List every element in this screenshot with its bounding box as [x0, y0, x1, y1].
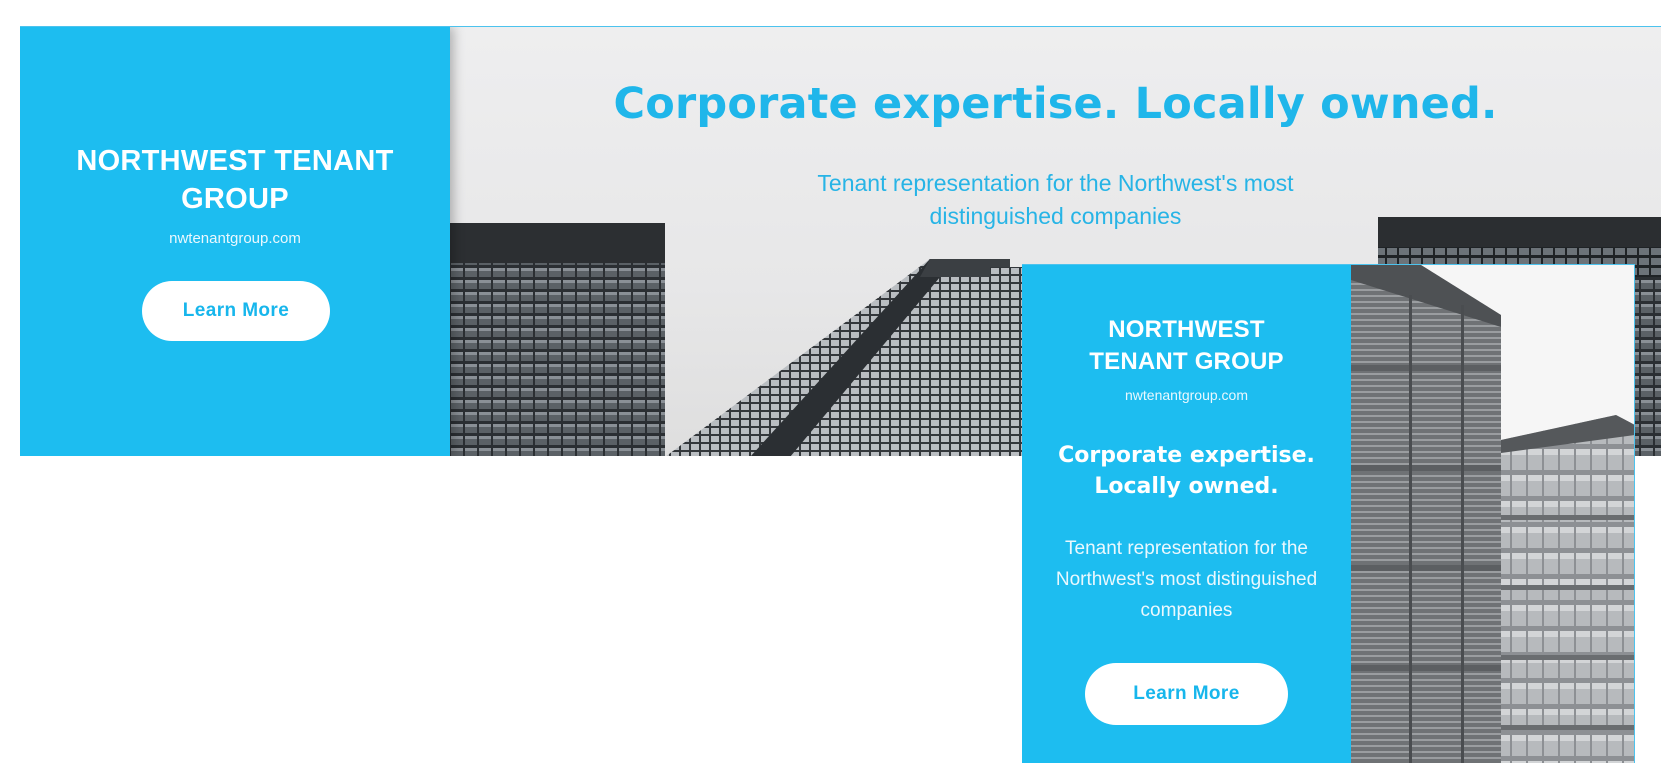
- brand-name-text: NORTHWEST TENANT GROUP: [1089, 316, 1284, 375]
- office-building-image: [1351, 265, 1634, 763]
- brand-url[interactable]: nwtenantgroup.com: [1022, 387, 1351, 403]
- learn-more-button[interactable]: Learn More: [1085, 663, 1288, 725]
- subheadline-text: Tenant representation for the Northwest'…: [817, 170, 1294, 229]
- subheadline: Tenant representation for the Northwest'…: [450, 167, 1661, 233]
- rectangle-brand-panel: NORTHWEST TENANT GROUP nwtenantgroup.com…: [1022, 265, 1351, 763]
- headline: Corporate expertise. Locally owned.: [1022, 440, 1351, 502]
- brand-url[interactable]: nwtenantgroup.com: [20, 230, 450, 247]
- brand-name: NORTHWEST TENANT GROUP: [76, 145, 394, 215]
- subheadline-text: Tenant representation for the Northwest'…: [1055, 538, 1318, 621]
- rectangle-building-photo: [1351, 265, 1634, 763]
- leaderboard-brand-panel: NORTHWEST TENANT GROUP nwtenantgroup.com…: [20, 27, 450, 456]
- headline-text: Corporate expertise. Locally owned.: [1058, 443, 1315, 499]
- subheadline: Tenant representation for the Northwest'…: [1022, 533, 1351, 626]
- rectangle-banner[interactable]: NORTHWEST TENANT GROUP nwtenantgroup.com…: [1022, 264, 1635, 763]
- ad-banners-canvas: NORTHWEST TENANT GROUP nwtenantgroup.com…: [0, 0, 1661, 763]
- brand-name: NORTHWEST TENANT GROUP: [1022, 314, 1351, 378]
- learn-more-button[interactable]: Learn More: [142, 281, 330, 341]
- headline: Corporate expertise. Locally owned.: [613, 79, 1498, 129]
